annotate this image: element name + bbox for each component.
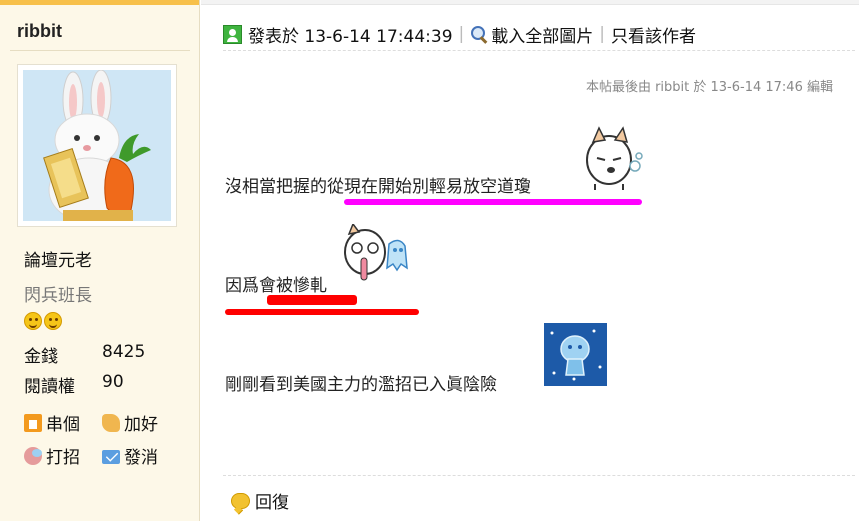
divider (223, 475, 855, 476)
frozen-character-emoticon (544, 323, 607, 386)
action-label: 加好 (124, 415, 158, 435)
action-label: 發消 (124, 448, 158, 468)
divider (10, 50, 190, 51)
magenta-underline (344, 199, 642, 205)
action-label: 打招 (46, 448, 80, 468)
post-area: 發表於 13-6-14 17:44:39 | 載入全部圖片 | 只看該作者 本帖… (201, 0, 859, 521)
action-label: 串個 (46, 415, 80, 435)
sighing-face-emoticon (586, 126, 643, 190)
post-info-bar: 發表於 13-6-14 17:44:39 | 載入全部圖片 | 只看該作者 (223, 22, 696, 47)
stat-value-read-permission: 90 (102, 372, 124, 392)
action-send-message[interactable]: 發消 (102, 443, 158, 468)
reply-button[interactable]: 回復 (231, 488, 289, 513)
handshake-icon (102, 413, 120, 432)
action-greet[interactable]: 打招 (24, 443, 80, 468)
home-icon (24, 413, 42, 432)
smiley-star-icon (24, 312, 42, 330)
only-author-link[interactable]: 只看該作者 (611, 22, 696, 47)
divider (223, 50, 855, 51)
scared-face-with-ghost-emoticon (344, 224, 408, 281)
online-user-icon (223, 24, 242, 44)
speech-bubble-icon (231, 492, 250, 509)
post-timestamp: 發表於 13-6-14 17:44:39 (248, 26, 453, 47)
chat-icon (24, 446, 42, 465)
post-line-2: 因爲會被慘軋 (225, 276, 327, 296)
user-title: 閃兵班長 (24, 286, 92, 306)
action-visit-space[interactable]: 串個 (24, 410, 80, 435)
action-add-friend[interactable]: 加好 (102, 410, 158, 435)
user-rank[interactable]: 論壇元老 (24, 246, 92, 271)
username-link[interactable]: ribbit (17, 21, 62, 42)
stat-value-money: 8425 (102, 342, 146, 362)
user-panel: ribbit 論壇元老 閃兵班長 金錢 8425 閱讀權 90 串個 加好 打招… (0, 0, 200, 521)
red-highlight (267, 295, 357, 305)
post-top-bar (201, 0, 859, 5)
load-all-images-link[interactable]: 載入全部圖片 (491, 22, 593, 47)
smiley-star-icon (44, 312, 62, 330)
rabbit-avatar-image (43, 70, 151, 221)
rank-stars (24, 312, 62, 330)
stat-label-money: 金錢 (24, 347, 58, 367)
stat-label-read-permission: 閱讀權 (24, 377, 75, 397)
red-underline (225, 309, 419, 315)
panel-accent-bar (0, 0, 199, 5)
post-line-1: 沒相當把握的從現在開始別輕易放空道瓊 (225, 177, 531, 197)
post-line-3: 剛剛看到美國主力的濫招已入眞陰險 (225, 375, 497, 395)
reply-label: 回復 (255, 493, 289, 513)
edit-note: 本帖最後由 ribbit 於 13-6-14 17:46 編輯 (585, 80, 833, 95)
mail-icon (102, 449, 120, 464)
magnifier-icon (470, 25, 488, 43)
avatar[interactable] (17, 64, 177, 227)
